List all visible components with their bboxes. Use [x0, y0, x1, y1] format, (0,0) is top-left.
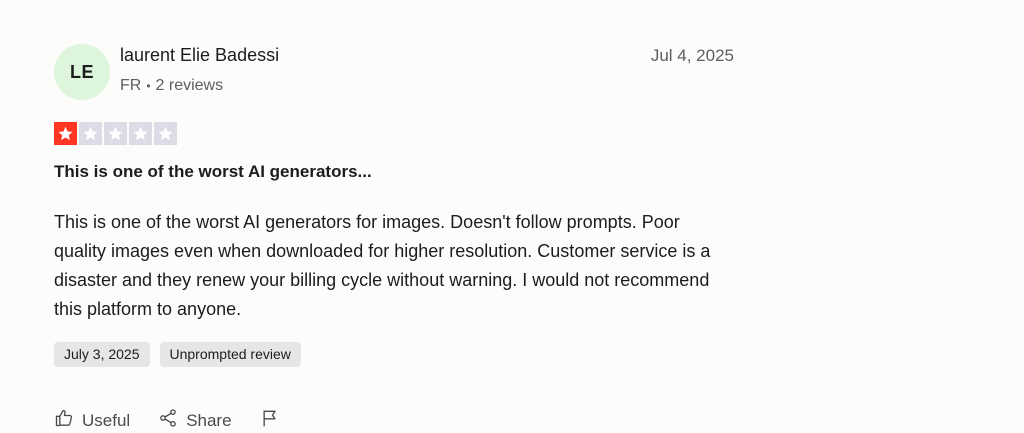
review-actions: Useful Share: [54, 408, 280, 433]
useful-button[interactable]: Useful: [54, 408, 130, 433]
star-filled-icon: [54, 122, 77, 145]
report-button[interactable]: [260, 408, 280, 433]
thumbs-up-icon: [54, 408, 74, 433]
meta-separator: •: [146, 79, 151, 93]
reviewer-meta: FR • 2 reviews: [120, 77, 223, 95]
review-title[interactable]: This is one of the worst AI generators..…: [54, 162, 372, 182]
star-rating: [54, 122, 177, 145]
review-tags: July 3, 2025 Unprompted review: [54, 342, 301, 367]
experience-date-badge: July 3, 2025: [54, 342, 150, 367]
star-empty-icon: [129, 122, 152, 145]
review-body: This is one of the worst AI generators f…: [54, 212, 711, 319]
share-icon: [158, 408, 178, 433]
review-date: Jul 4, 2025: [650, 46, 734, 65]
star-empty-icon: [154, 122, 177, 145]
review-card: LE laurent Elie Badessi FR • 2 reviews J…: [54, 38, 734, 430]
review-source-badge: Unprompted review: [159, 342, 301, 367]
star-empty-icon: [79, 122, 102, 145]
reviewer-review-count: 2 reviews: [155, 77, 224, 94]
share-button[interactable]: Share: [158, 408, 232, 433]
flag-icon: [260, 408, 280, 433]
useful-label: Useful: [82, 410, 131, 430]
reviewer-country: FR: [120, 77, 142, 94]
star-empty-icon: [104, 122, 127, 145]
reviewer-name[interactable]: laurent Elie Badessi: [120, 45, 279, 66]
avatar[interactable]: LE: [54, 44, 110, 100]
share-label: Share: [186, 410, 232, 430]
